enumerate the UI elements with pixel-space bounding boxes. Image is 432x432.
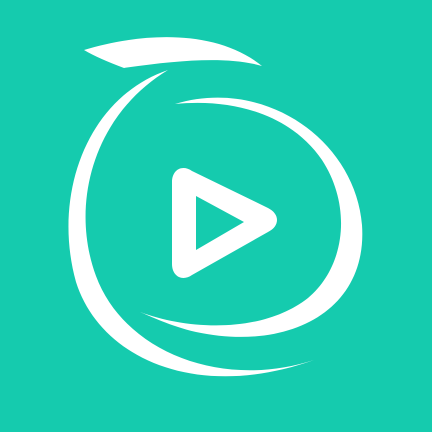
leaf-swoosh bbox=[84, 37, 262, 68]
app-icon-tile bbox=[0, 0, 432, 432]
play-icon bbox=[172, 168, 277, 278]
logo-graphic bbox=[68, 37, 363, 377]
